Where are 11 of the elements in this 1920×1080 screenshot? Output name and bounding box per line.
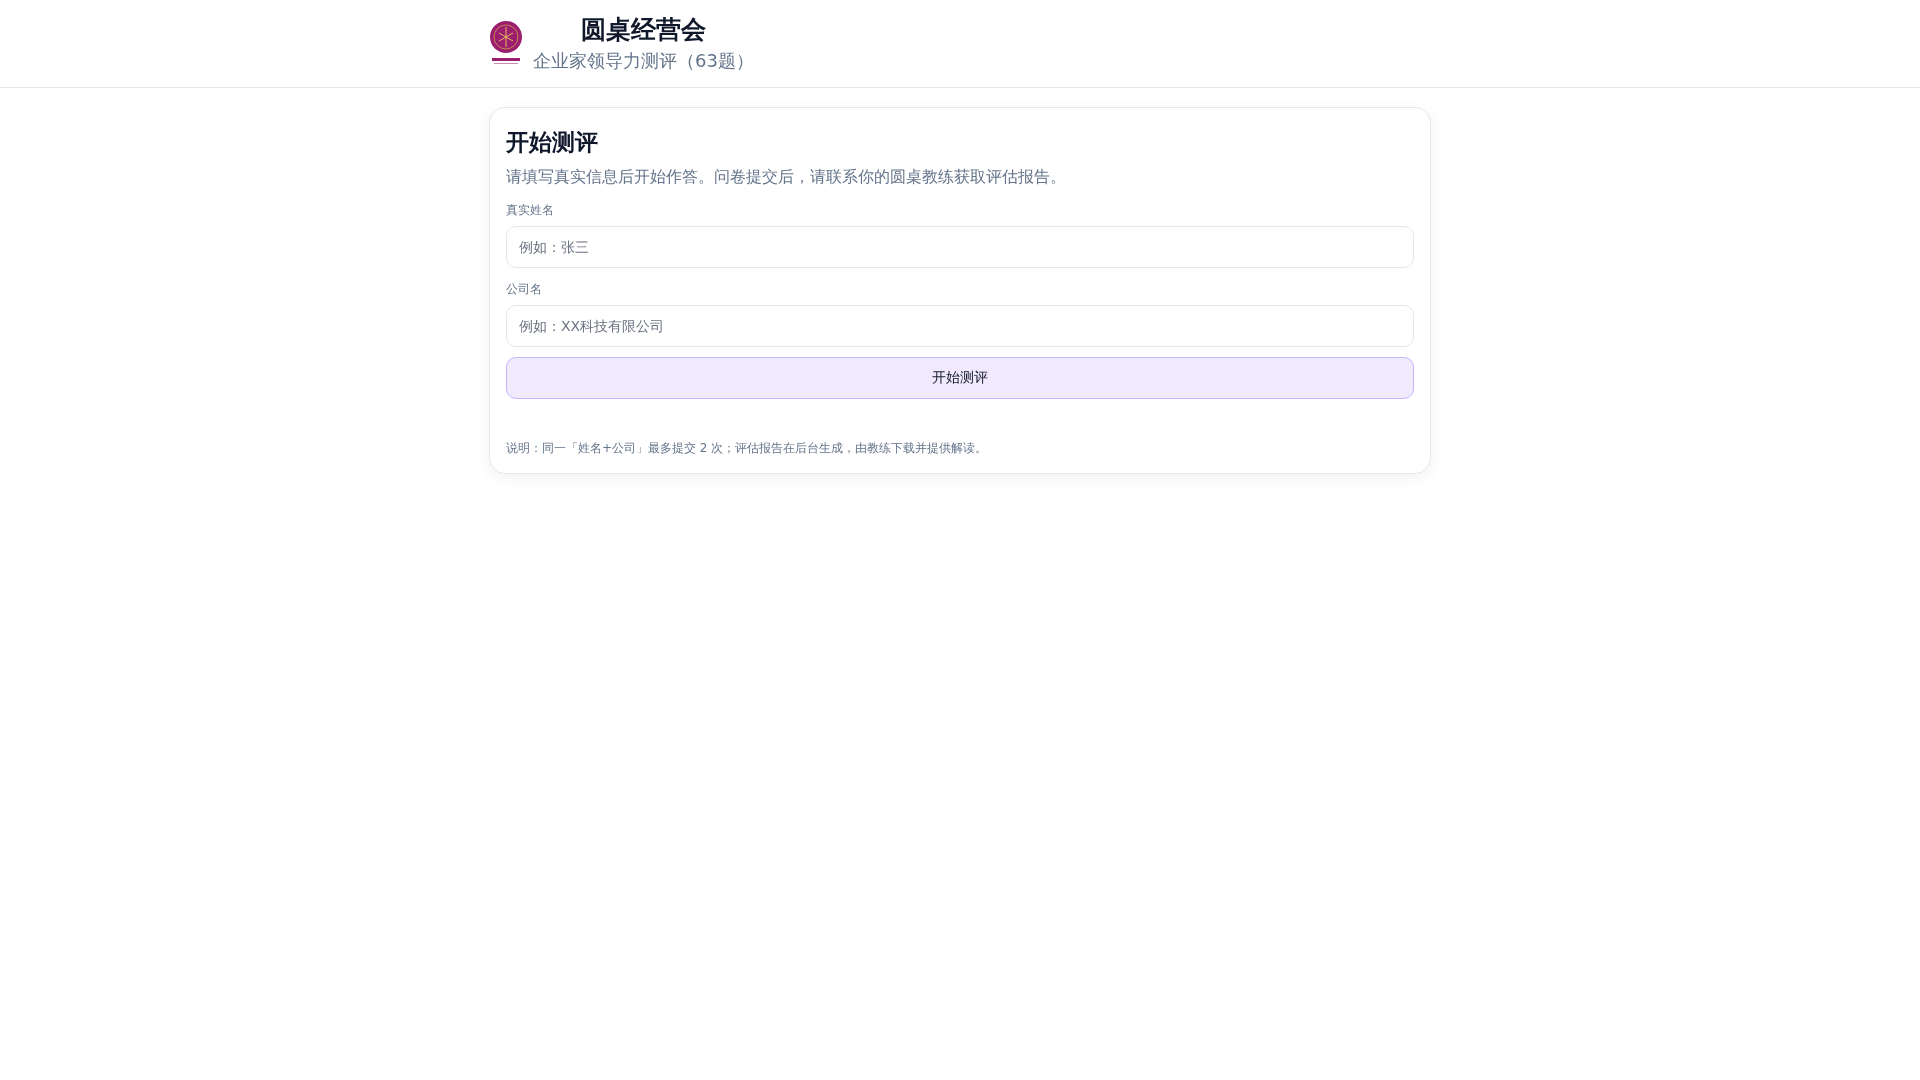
app-subtitle: 企业家领导力测评（63题）	[533, 48, 754, 73]
logo-icon	[489, 20, 523, 67]
start-button[interactable]: 开始测评	[506, 357, 1414, 399]
card-description: 请填写真实信息后开始作答。问卷提交后，请联系你的圆桌教练获取评估报告。	[506, 166, 1067, 188]
input-field[interactable]: 例如：XX科技有限公司	[506, 305, 1414, 347]
field-label: 真实姓名	[506, 202, 555, 219]
card-title: 开始测评	[506, 128, 599, 157]
field-label: 公司名	[506, 281, 543, 298]
input-field[interactable]: 例如：张三	[506, 226, 1414, 268]
app-title: 圆桌经营会	[580, 13, 706, 46]
note-text: 说明：同一「姓名+公司」最多提交 2 次；评估报告在后台生成，由教练下载并提供解读。	[506, 440, 989, 457]
